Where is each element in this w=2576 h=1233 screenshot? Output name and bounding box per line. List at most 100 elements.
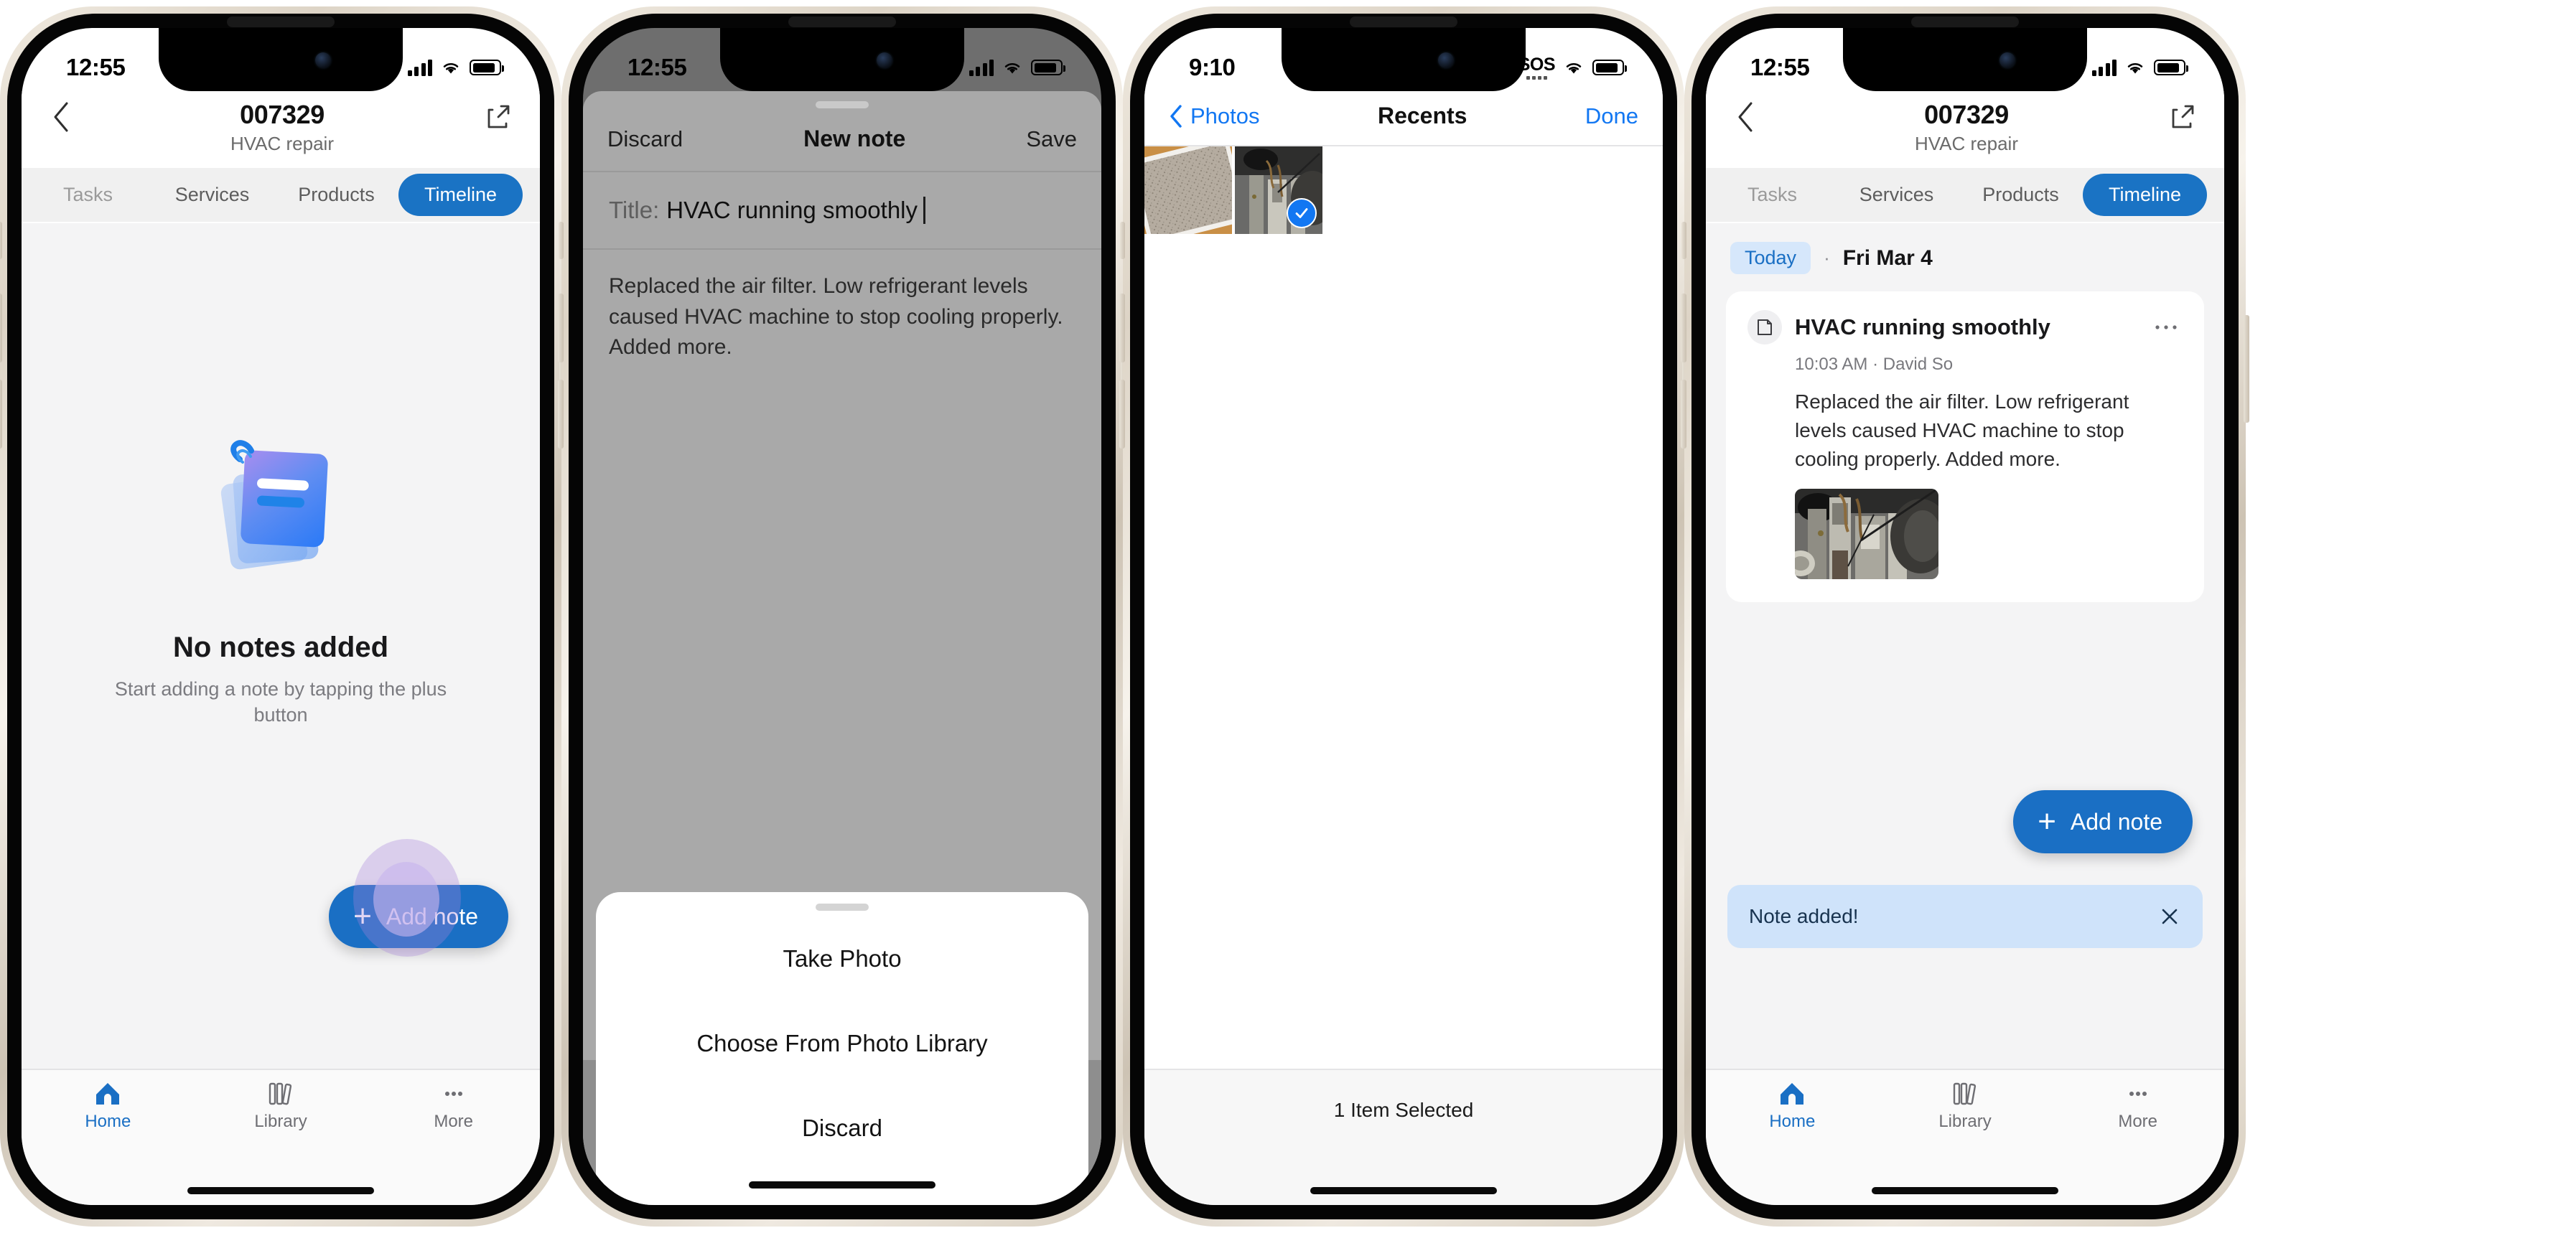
- status-bar: 9:10 SOS: [1144, 28, 1663, 91]
- photo-action-sheet: Take Photo Choose From Photo Library Dis…: [596, 892, 1088, 1205]
- action-take-photo[interactable]: Take Photo: [596, 916, 1088, 1001]
- timeline-empty-body: No notes added Start adding a note by ta…: [22, 223, 540, 1069]
- note-attachment[interactable]: [1795, 489, 1938, 580]
- page-subtitle: HVAC repair: [1914, 133, 2018, 154]
- note-added-toast: Note added!: [1727, 885, 2203, 948]
- note-title-input[interactable]: Title: HVAC running smoothly: [583, 172, 1101, 248]
- library-icon: [1953, 1082, 1977, 1105]
- tab-timeline[interactable]: Timeline: [2083, 174, 2207, 216]
- tab-products[interactable]: Products: [1959, 174, 2083, 216]
- home-icon: [1781, 1083, 1804, 1105]
- page-subtitle: HVAC repair: [230, 133, 334, 154]
- note-body-input[interactable]: Replaced the air filter. Low refrigerant…: [583, 250, 1101, 981]
- day-separator: ·: [1824, 247, 1830, 268]
- note-more-button[interactable]: [2154, 323, 2183, 332]
- tab-services[interactable]: Services: [1834, 174, 1959, 216]
- sheet-grabber[interactable]: [583, 91, 1101, 116]
- home-indicator: [596, 1171, 1088, 1199]
- text-caret: [923, 197, 926, 224]
- home-indicator: [1144, 1176, 1663, 1205]
- add-note-label: Add note: [386, 903, 478, 929]
- discard-button[interactable]: Discard: [607, 126, 683, 152]
- volume-up-button[interactable]: [1681, 294, 1686, 362]
- status-time: 9:10: [1189, 54, 1236, 80]
- photos-back-button[interactable]: Photos: [1169, 103, 1260, 129]
- tab-tasks[interactable]: Tasks: [26, 174, 150, 216]
- earpiece-speaker: [1911, 17, 2019, 27]
- volume-down-button[interactable]: [558, 380, 564, 449]
- volume-up-button[interactable]: [1119, 294, 1125, 362]
- volume-down-button[interactable]: [1119, 380, 1125, 449]
- done-button[interactable]: Done: [1585, 103, 1638, 129]
- note-icon: [1758, 319, 1772, 335]
- save-button[interactable]: Save: [1026, 126, 1077, 152]
- volume-up-button[interactable]: [0, 294, 2, 362]
- battery-icon: [1031, 60, 1065, 75]
- bottom-tabbar[interactable]: Home Library More: [22, 1069, 540, 1176]
- note-time: 10:03 AM: [1795, 355, 1868, 374]
- earpiece-speaker: [227, 17, 335, 27]
- toast-close-button[interactable]: [2158, 905, 2181, 928]
- wifi-icon: [443, 63, 459, 74]
- sos-label: SOS: [1518, 54, 1556, 75]
- power-button[interactable]: [2244, 315, 2249, 423]
- bottom-tabbar[interactable]: Home Library More: [1706, 1069, 2224, 1176]
- mute-switch[interactable]: [559, 222, 564, 259]
- status-time: 12:55: [1750, 54, 1810, 80]
- home-icon: [96, 1083, 120, 1105]
- photos-back-label: Photos: [1190, 103, 1260, 128]
- volume-down-button[interactable]: [0, 380, 2, 449]
- action-choose-library[interactable]: Choose From Photo Library: [596, 1001, 1088, 1086]
- tab-timeline[interactable]: Timeline: [398, 174, 523, 216]
- segmented-tabs[interactable]: Tasks Services Products Timeline: [22, 168, 540, 222]
- share-icon: [2172, 105, 2194, 128]
- tab-products[interactable]: Products: [274, 174, 398, 216]
- tabbar-item-home[interactable]: Home: [1706, 1082, 1879, 1169]
- plus-icon: +: [2038, 804, 2056, 839]
- mute-switch[interactable]: [1681, 222, 1686, 259]
- wifi-icon: [1004, 63, 1020, 74]
- add-note-label: Add note: [2070, 808, 2162, 835]
- note-card-header: HVAC running smoothly: [1747, 310, 2183, 344]
- thumbnail-air-filter[interactable]: [1144, 146, 1232, 234]
- tab-tasks[interactable]: Tasks: [1710, 174, 1834, 216]
- note-meta-separator: ·: [1872, 355, 1879, 374]
- back-button[interactable]: [46, 95, 79, 133]
- toast-message: Note added!: [1749, 905, 1859, 927]
- phone-timeline-with-note: 12:55 007329 HVAC repair Tasks Services …: [1681, 6, 2249, 1227]
- note-title: HVAC running smoothly: [1795, 314, 2050, 339]
- tabbar-item-library[interactable]: Library: [1879, 1082, 2052, 1169]
- tabbar-item-home[interactable]: Home: [22, 1082, 195, 1169]
- action-discard[interactable]: Discard: [596, 1086, 1088, 1171]
- tabbar-item-library[interactable]: Library: [195, 1082, 368, 1169]
- plus-icon: +: [353, 899, 372, 934]
- note-card[interactable]: HVAC running smoothly 10:03 AM · David S…: [1726, 291, 2204, 603]
- action-sheet-grabber[interactable]: [596, 892, 1088, 916]
- selection-count: 1 Item Selected: [1333, 1099, 1474, 1121]
- photo-grid: [1144, 146, 1663, 1069]
- phone-new-note-sheet: 12:55 Discard New note Save Title: HVAC …: [558, 6, 1126, 1227]
- empty-subtitle: Start adding a note by tapping the plus …: [114, 678, 447, 726]
- mute-switch[interactable]: [0, 222, 2, 259]
- volume-down-button[interactable]: [1681, 380, 1686, 449]
- tabbar-item-more[interactable]: More: [2051, 1082, 2224, 1169]
- home-indicator: [22, 1176, 540, 1205]
- tab-services[interactable]: Services: [150, 174, 274, 216]
- thumbnail-hvac-machine[interactable]: [1235, 146, 1322, 234]
- picker-footer: 1 Item Selected: [1144, 1069, 1663, 1176]
- add-note-button[interactable]: + Add note: [329, 885, 508, 948]
- volume-up-button[interactable]: [558, 294, 564, 362]
- note-title-label: Title:: [609, 197, 660, 223]
- share-button[interactable]: [485, 95, 515, 130]
- page-title: 007329: [240, 100, 325, 129]
- battery-icon: [1592, 60, 1627, 75]
- tabbar-item-more[interactable]: More: [367, 1082, 540, 1169]
- add-note-button[interactable]: + Add note: [2013, 790, 2193, 853]
- mute-switch[interactable]: [1120, 222, 1125, 259]
- share-button[interactable]: [2170, 95, 2200, 130]
- segmented-tabs[interactable]: Tasks Services Products Timeline: [1706, 168, 2224, 222]
- nav-header: 007329 HVAC repair: [1706, 91, 2224, 168]
- back-button[interactable]: [1730, 95, 1763, 133]
- status-time: 12:55: [627, 54, 687, 80]
- home-indicator: [1706, 1176, 2224, 1205]
